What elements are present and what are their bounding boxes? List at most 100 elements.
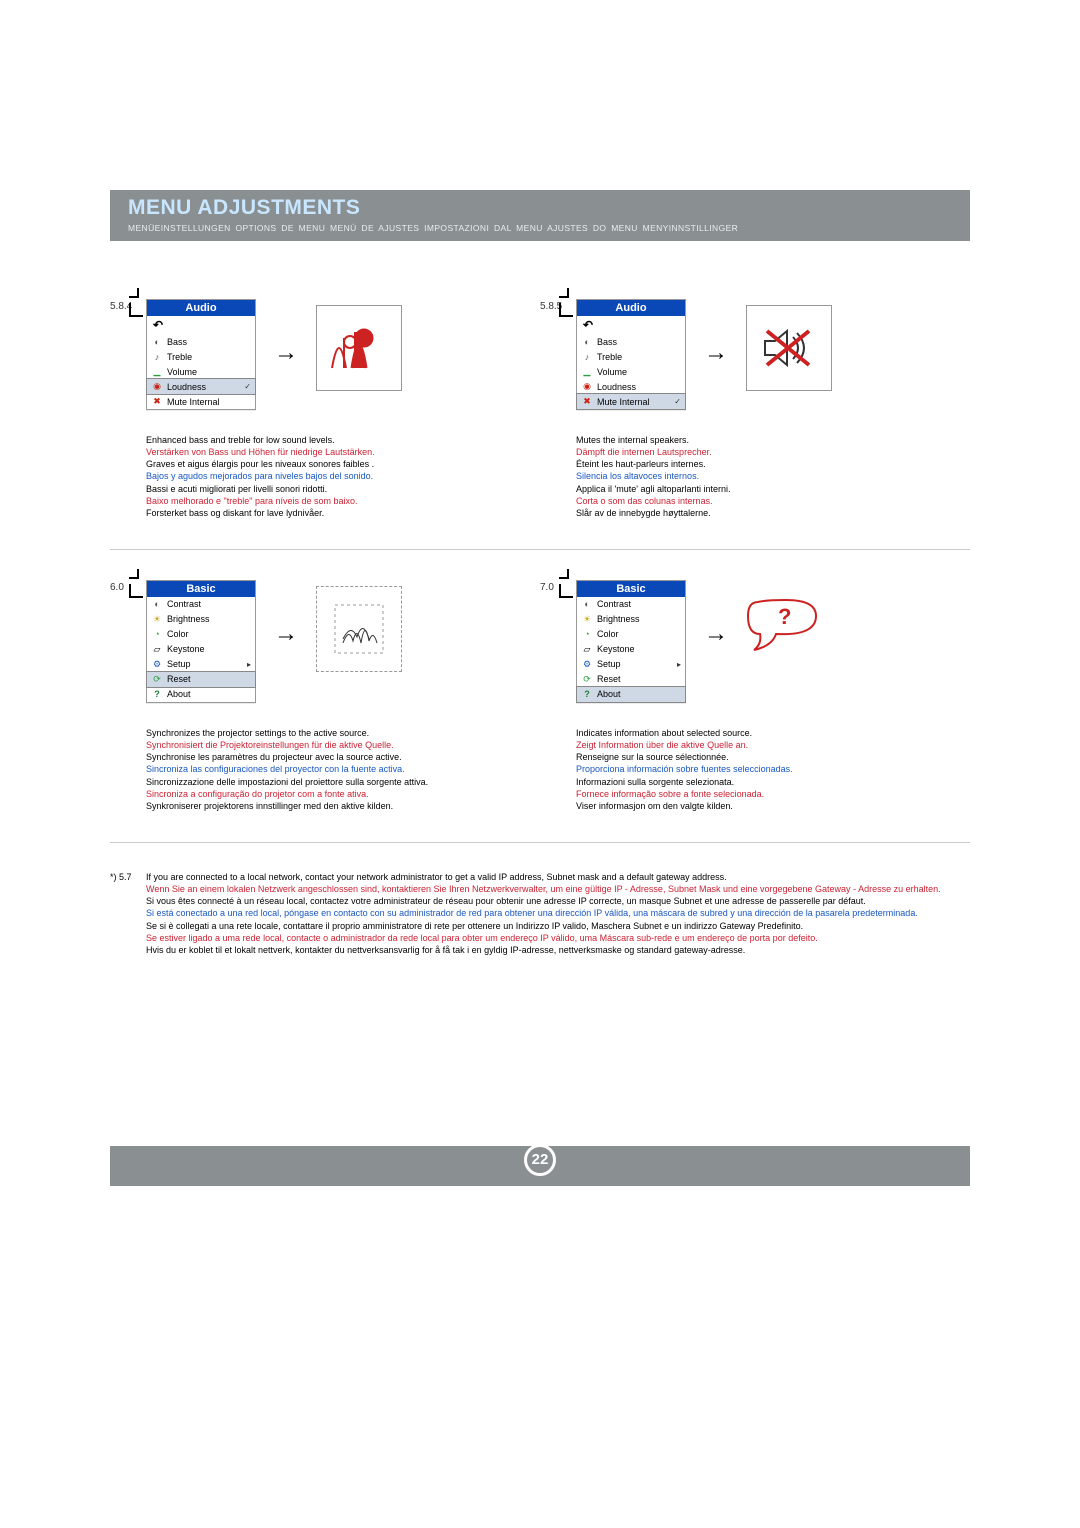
menu-item: ⚙Setup▸: [577, 657, 685, 672]
result-584-loudness-icon: [316, 305, 402, 391]
footnote-line: Si está conectado a una red local, pónga…: [146, 907, 970, 919]
volume-icon: ▁: [151, 366, 163, 378]
page-subtitle: MENÜEINSTELLUNGEN OPTIONS DE MENU MENÚ D…: [128, 223, 952, 233]
desc-line: Dämpft die internen Lautsprecher.: [576, 446, 956, 458]
footnote-57: *) 5.7 If you are connected to a local n…: [110, 871, 970, 956]
desc-line: Synchronisiert die Projektoreinstellunge…: [146, 739, 526, 751]
menu-item: ? About: [147, 687, 255, 702]
treble-icon: ♪: [151, 351, 163, 363]
treble-icon: ♪: [581, 351, 593, 363]
menu-item-label: Keystone: [597, 644, 681, 654]
menu-title: Basic: [577, 581, 685, 597]
menu-item-label: Treble: [597, 352, 681, 362]
menu-title: Audio: [577, 300, 685, 316]
menu-title: Basic: [147, 581, 255, 597]
menu-item-label: Loudness: [167, 382, 240, 392]
menu-item: ◔ Color: [147, 627, 255, 642]
menu-item-label: Bass: [597, 337, 681, 347]
about-icon: ?: [581, 688, 593, 700]
desc-60: Synchronizes the projector settings to t…: [146, 727, 526, 812]
volume-icon: ▁: [581, 366, 593, 378]
contrast-icon: ◐: [581, 598, 593, 610]
desc-line: Proporciona información sobre fuentes se…: [576, 763, 956, 775]
menu-item: ◐Bass: [577, 334, 685, 349]
desc-584: Enhanced bass and treble for low sound l…: [146, 434, 526, 519]
menu-item-label: Mute Internal: [597, 397, 670, 407]
menu-item-label: Color: [597, 629, 681, 639]
bass-icon: ◐: [151, 336, 163, 348]
setup-icon: ⚙: [151, 658, 163, 670]
reset-icon: ⟳: [581, 673, 593, 685]
back-row: ↶: [577, 316, 685, 334]
back-arrow-icon: ↶: [583, 318, 593, 332]
desc-line: Sincroniza a configuração do projetor co…: [146, 788, 526, 800]
menu-item: ▱Keystone: [147, 642, 255, 657]
menu-item: ◐Contrast: [577, 597, 685, 612]
arrow-right-icon: →: [274, 339, 298, 367]
back-row: ↶: [147, 316, 255, 334]
footnote-line: Hvis du er koblet til et lokalt nettverk…: [146, 944, 970, 956]
menu-item-selected: ⟳ Reset: [147, 672, 255, 687]
svg-text:?: ?: [778, 604, 791, 629]
menu-item-label: Treble: [167, 352, 251, 362]
desc-70: Indicates information about selected sou…: [576, 727, 956, 812]
menu-item-label: Contrast: [167, 599, 251, 609]
menu-item: ▁ Volume: [577, 364, 685, 379]
desc-line: Sincronizzazione delle impostazioni del …: [146, 776, 526, 788]
loudness-icon: ◉: [581, 381, 593, 393]
about-icon: ?: [151, 688, 163, 700]
header-bar: MENU ADJUSTMENTS MENÜEINSTELLUNGEN OPTIO…: [110, 190, 970, 241]
menu-item-label: Reset: [167, 674, 251, 684]
arrow-right-icon: →: [274, 620, 298, 648]
menu-item-label: Bass: [167, 337, 251, 347]
footnote-tag: *) 5.7: [110, 871, 146, 956]
menu-item-label: Loudness: [597, 382, 681, 392]
menu-item-label: Keystone: [167, 644, 251, 654]
menu-item-selected: ?About: [577, 687, 685, 702]
desc-line: Fornece informação sobre a fonte selecio…: [576, 788, 956, 800]
desc-line: Synkroniserer projektorens innstillinger…: [146, 800, 526, 812]
menu-item-selected: ◉Loudness✓: [147, 379, 255, 394]
menu-item: ◐Contrast: [147, 597, 255, 612]
menu-item: ▁ Volume: [147, 364, 255, 379]
desc-line: Verstärken von Bass und Höhen für niedri…: [146, 446, 526, 458]
desc-line: Éteint les haut-parleurs internes.: [576, 458, 956, 470]
basic-menu-70: Basic ◐Contrast ☀Brightness ◔Color ▱Keys…: [576, 580, 686, 703]
menu-item-label: Volume: [597, 367, 681, 377]
footnote-line: If you are connected to a local network,…: [146, 871, 970, 883]
loudness-icon: ◉: [151, 381, 163, 393]
menu-item-label: Reset: [597, 674, 681, 684]
menu-item: ☀Brightness: [147, 612, 255, 627]
menu-title: Audio: [147, 300, 255, 316]
menu-item-label: Brightness: [167, 614, 251, 624]
desc-585: Mutes the internal speakers. Dämpft die …: [576, 434, 956, 519]
desc-line: Applica il 'mute' agli altoparlanti inte…: [576, 483, 956, 495]
desc-line: Baixo melhorado e "treble" para níveis d…: [146, 495, 526, 507]
desc-line: Bassi e acuti migliorati per livelli son…: [146, 483, 526, 495]
brightness-icon: ☀: [581, 613, 593, 625]
menu-item: ✖Mute Internal: [147, 394, 255, 409]
reset-icon: ⟳: [151, 673, 163, 685]
check-icon: ✓: [674, 397, 681, 406]
arrow-right-icon: →: [704, 620, 728, 648]
audio-menu-585: Audio ↶ ◐Bass ♪Treble ▁Volume ◉Loudness …: [576, 299, 686, 410]
menu-item-label: Volume: [167, 367, 251, 377]
desc-line: Forsterket bass og diskant for lave lydn…: [146, 507, 526, 519]
menu-item-label: Color: [167, 629, 251, 639]
desc-line: Mutes the internal speakers.: [576, 434, 956, 446]
color-icon: ◔: [151, 628, 163, 640]
menu-item: ◉ Loudness: [577, 379, 685, 394]
result-585-mute-icon: [746, 305, 832, 391]
menu-item-label: Mute Internal: [167, 397, 251, 407]
page-title: MENU ADJUSTMENTS: [128, 196, 952, 220]
desc-line: Viser informasjon om den valgte kilden.: [576, 800, 956, 812]
footnote-line: Se si è collegati a una rete locale, con…: [146, 920, 970, 932]
menu-item: ◔Color: [577, 627, 685, 642]
audio-menu-584: Audio ↶ ◐Bass ♪Treble ▁Volume ◉Loudness✓…: [146, 299, 256, 410]
desc-line: Corta o som das colunas internas.: [576, 495, 956, 507]
setup-icon: ⚙: [581, 658, 593, 670]
menu-item-label: About: [167, 689, 251, 699]
desc-line: Informazioni sulla sorgente selezionata.: [576, 776, 956, 788]
menu-item-selected: ✖Mute Internal✓: [577, 394, 685, 409]
desc-line: Synchronise les paramètres du projecteur…: [146, 751, 526, 763]
